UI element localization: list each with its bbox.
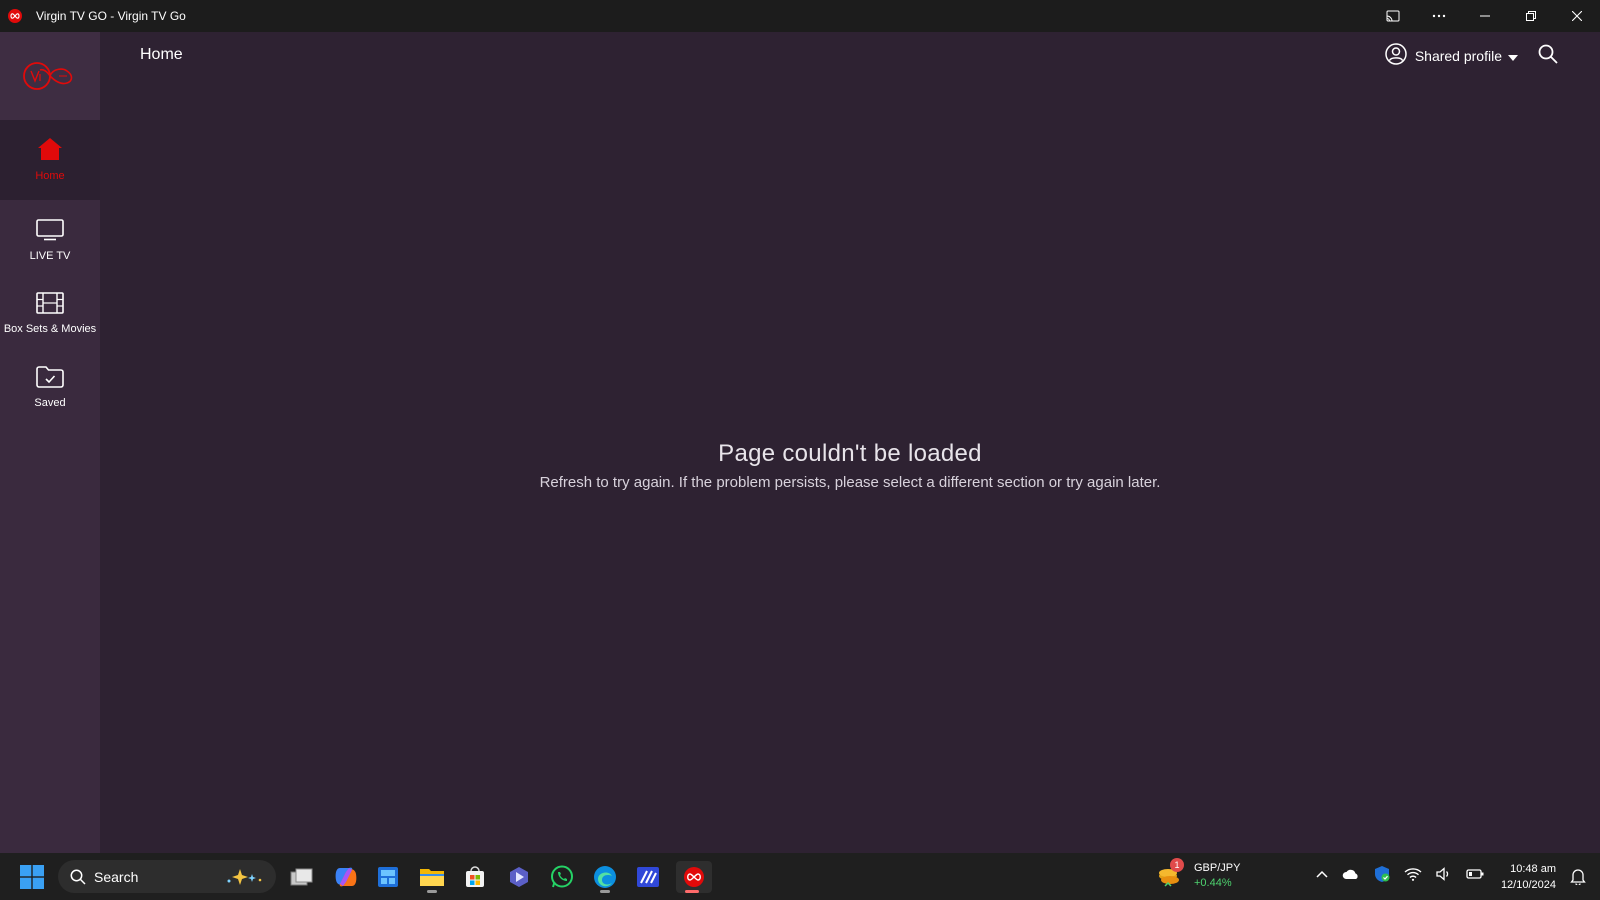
main-content: Home Shared profile Page couldn't be loa… [100, 32, 1600, 853]
ticker-symbol: GBP/JPY [1194, 862, 1241, 874]
clock-date: 12/10/2024 [1500, 879, 1556, 891]
taskbar-powerautomate-icon[interactable] [632, 861, 664, 893]
film-icon [36, 292, 64, 318]
profile-selector[interactable]: Shared profile [1385, 43, 1518, 68]
sidebar: Home LIVE TV Box Sets & Movies Saved [0, 32, 100, 853]
taskbar-edge-icon[interactable] [589, 861, 621, 893]
taskbar-virgin-tv-go-icon[interactable] [676, 861, 712, 893]
virgin-app-icon [8, 9, 22, 23]
search-button[interactable] [1538, 44, 1558, 69]
cast-icon[interactable] [1370, 0, 1416, 32]
battery-icon[interactable] [1466, 868, 1484, 880]
taskbar: Search 1 GBP/JPY +0.44% 10:48 am 12/10/2… [0, 853, 1600, 900]
ticker-badge: 1 [1170, 858, 1184, 872]
taskbar-search-label: Search [94, 868, 139, 885]
error-heading: Page couldn't be loaded [718, 440, 982, 467]
sidebar-item-label: Home [35, 170, 65, 182]
tv-icon [36, 219, 64, 245]
clock-time: 10:48 am [1510, 863, 1556, 875]
chevron-up-icon[interactable] [1316, 870, 1328, 878]
error-description: Refresh to try again. If the problem per… [539, 474, 1161, 491]
sidebar-item-home[interactable]: Home [0, 120, 100, 200]
title-bar: Virgin TV GO - Virgin TV Go [0, 0, 1600, 32]
taskbar-task-view-icon[interactable] [286, 861, 318, 893]
profile-label: Shared profile [1414, 47, 1502, 64]
home-icon [37, 137, 63, 165]
search-icon [1538, 44, 1558, 68]
search-icon [70, 869, 86, 885]
taskbar-media-player-icon[interactable] [503, 861, 535, 893]
page-title: Home [140, 46, 183, 63]
security-shield-icon[interactable] [1374, 865, 1390, 883]
coins-icon: 1 [1158, 858, 1184, 890]
taskbar-search-box[interactable]: Search [58, 860, 276, 893]
sidebar-item-box-sets-movies[interactable]: Box Sets & Movies [0, 276, 100, 352]
ticker-change: +0.44% [1194, 877, 1232, 889]
taskbar-whatsapp-icon[interactable] [546, 861, 578, 893]
virgin-logo[interactable] [0, 32, 100, 120]
sidebar-item-live-tv[interactable]: LIVE TV [0, 200, 100, 276]
sidebar-item-saved[interactable]: Saved [0, 352, 100, 424]
taskbar-clock[interactable]: 10:48 am 12/10/2024 [1501, 861, 1556, 893]
minimize-icon[interactable] [1462, 0, 1508, 32]
sidebar-item-label: Box Sets & Movies [3, 323, 97, 335]
taskbar-store-icon[interactable] [459, 861, 491, 893]
notification-bell-icon[interactable] [1570, 867, 1586, 890]
caret-down-icon [1508, 48, 1518, 64]
sidebar-item-label: Saved [34, 397, 66, 409]
taskbar-copilot-icon[interactable] [330, 861, 362, 893]
onedrive-cloud-icon[interactable] [1342, 868, 1360, 880]
volume-icon[interactable] [1436, 867, 1452, 881]
restore-icon[interactable] [1508, 0, 1554, 32]
more-options-icon[interactable] [1416, 0, 1462, 32]
error-message-block: Page couldn't be loaded Refresh to try a… [100, 440, 1600, 491]
saved-folder-icon [36, 366, 64, 392]
copilot-sparkle-icon [224, 867, 264, 887]
stock-ticker-widget[interactable]: 1 GBP/JPY +0.44% [1158, 858, 1241, 891]
profile-avatar-icon [1385, 43, 1407, 68]
taskbar-file-explorer-icon[interactable] [416, 861, 448, 893]
sidebar-item-label: LIVE TV [29, 250, 71, 262]
close-icon[interactable] [1554, 0, 1600, 32]
system-tray [1316, 865, 1498, 883]
wifi-icon[interactable] [1404, 867, 1422, 881]
taskbar-widgets-icon[interactable] [372, 861, 404, 893]
windows-start-icon[interactable] [20, 865, 44, 889]
window-title: Virgin TV GO - Virgin TV Go [36, 9, 186, 23]
